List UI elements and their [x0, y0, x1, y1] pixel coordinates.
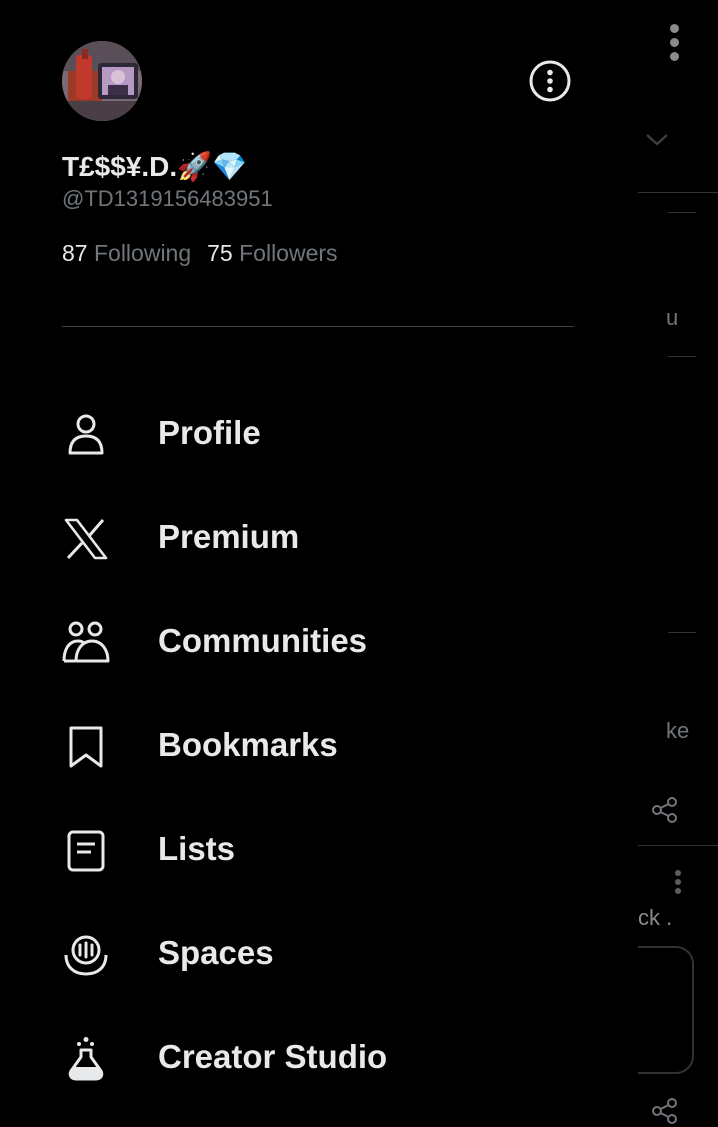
- menu-item-label: Bookmarks: [158, 726, 338, 763]
- display-name[interactable]: T£$$¥.D.🚀💎: [62, 150, 247, 183]
- menu-item-bookmarks[interactable]: Bookmarks: [0, 695, 638, 799]
- flask-icon: [68, 1037, 104, 1081]
- person-icon: [68, 414, 104, 455]
- menu-item-label: Lists: [158, 830, 236, 867]
- spaces-icon: [64, 935, 108, 976]
- list-icon: [67, 830, 105, 872]
- menu-item-lists[interactable]: Lists: [0, 799, 638, 903]
- follow-stats: 87 Following 75 Followers: [62, 240, 338, 267]
- divider: [668, 356, 696, 357]
- share-icon[interactable]: [650, 795, 680, 825]
- chevron-down-icon[interactable]: [644, 132, 670, 148]
- following-label: Following: [93, 240, 192, 266]
- menu-item-label: Profile: [158, 414, 261, 451]
- more-options-icon[interactable]: [528, 59, 572, 103]
- avatar-image: [62, 41, 142, 121]
- divider: [62, 326, 574, 327]
- divider: [638, 845, 718, 846]
- menu-item-premium[interactable]: Premium: [0, 487, 638, 591]
- avatar[interactable]: [62, 41, 142, 121]
- user-handle: @TD1319156483951: [62, 186, 273, 211]
- followers-link[interactable]: 75 Followers: [207, 240, 337, 266]
- x-logo-icon: [64, 518, 108, 560]
- divider: [638, 192, 718, 193]
- menu-item-creator-studio[interactable]: Creator Studio: [0, 1007, 638, 1111]
- timeline-text-fragment: ck .: [638, 905, 673, 930]
- menu-item-label: Premium: [158, 518, 300, 555]
- overflow-menu-icon[interactable]: [664, 22, 684, 62]
- share-icon[interactable]: [650, 1096, 680, 1126]
- menu-item-label: Communities: [158, 622, 368, 659]
- bookmark-icon: [69, 726, 103, 768]
- following-count: 87: [62, 240, 88, 266]
- followers-label: Followers: [239, 240, 338, 266]
- menu-item-spaces[interactable]: Spaces: [0, 903, 638, 1007]
- followers-count: 75: [207, 240, 233, 266]
- timeline-text-fragment: ke: [666, 718, 690, 743]
- divider: [668, 632, 696, 633]
- menu-item-label: Creator Studio: [158, 1038, 388, 1075]
- menu-item-profile[interactable]: Profile: [0, 383, 638, 487]
- overflow-menu-icon[interactable]: [672, 870, 684, 896]
- screen: u ke ck . T£$$¥.D.🚀💎 @TD1319156483951 87…: [0, 0, 718, 1127]
- following-link[interactable]: 87 Following: [62, 240, 191, 266]
- communities-icon: [62, 621, 110, 663]
- menu-item-communities[interactable]: Communities: [0, 591, 638, 695]
- timeline-text-fragment: u: [666, 305, 679, 330]
- divider: [668, 212, 696, 213]
- navigation-drawer: T£$$¥.D.🚀💎 @TD1319156483951 87 Following…: [0, 0, 638, 1127]
- menu-item-label: Spaces: [158, 934, 274, 971]
